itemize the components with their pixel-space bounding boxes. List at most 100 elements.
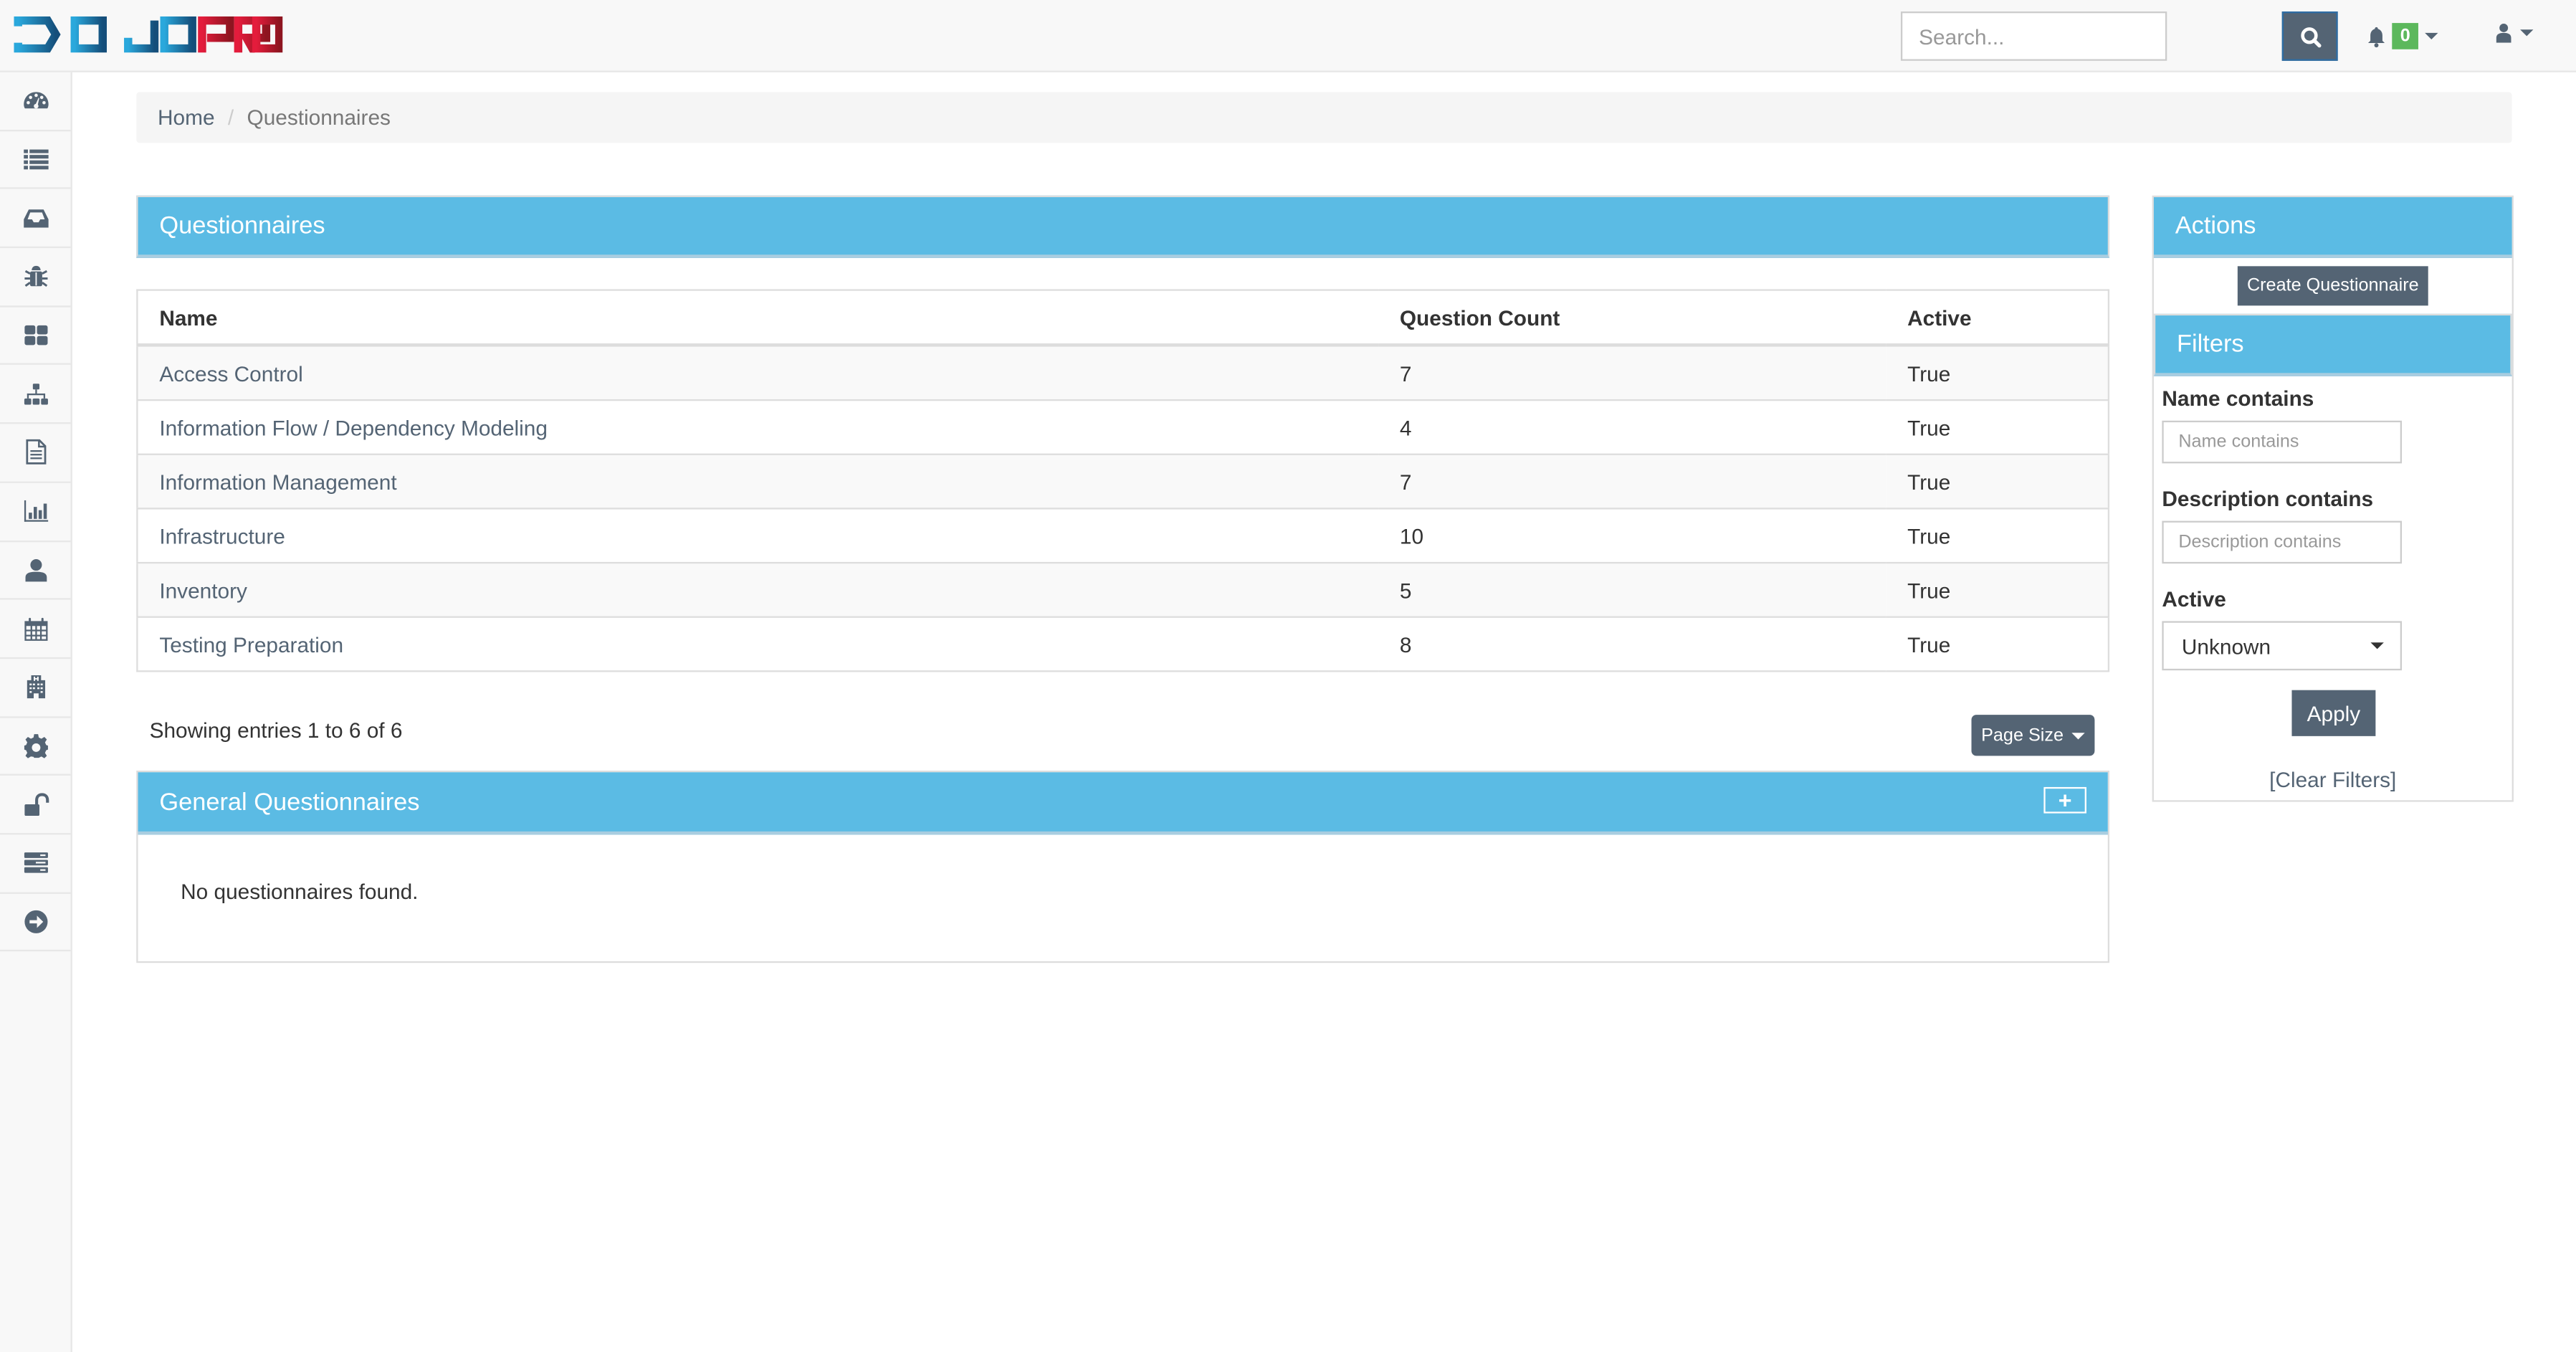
- question-count-cell: 10: [1378, 508, 1886, 563]
- sidebar-item-configuration[interactable]: [0, 718, 71, 776]
- questionnaires-title: Questionnaires: [159, 211, 325, 240]
- active-cell: True: [1886, 508, 2109, 563]
- sidebar-item-calendar[interactable]: [0, 600, 71, 659]
- apply-filters-button[interactable]: Apply: [2291, 690, 2376, 736]
- user-icon: [24, 558, 47, 582]
- search-icon: [2300, 26, 2321, 47]
- description-contains-input[interactable]: [2162, 520, 2403, 564]
- questionnaire-name-link[interactable]: Access Control: [159, 361, 302, 385]
- name-contains-input[interactable]: [2162, 420, 2403, 464]
- gear-icon: [23, 733, 47, 758]
- table-row: Access Control 7 True: [137, 344, 2109, 401]
- active-select[interactable]: Unknown: [2162, 621, 2403, 671]
- questionnaire-name-link[interactable]: Testing Preparation: [159, 632, 343, 656]
- sidebar-item-benchmarks[interactable]: [0, 659, 71, 718]
- bar-chart-icon: [23, 500, 48, 523]
- bell-icon: [2367, 26, 2385, 47]
- page-size-dropdown[interactable]: Page Size: [1971, 715, 2095, 756]
- column-header-active[interactable]: Active: [1886, 290, 2109, 347]
- name-filter-label: Name contains: [2162, 386, 2314, 411]
- pagination-summary: Showing entries 1 to 6 of 6: [149, 718, 403, 743]
- caret-down-icon: [2520, 29, 2534, 37]
- questionnaires-panel-header: Questionnaires: [136, 195, 2110, 258]
- questionnaire-name-link[interactable]: Information Flow / Dependency Modeling: [159, 415, 548, 439]
- actions-title: Actions: [2175, 211, 2256, 240]
- sidebar-item-metrics[interactable]: [0, 482, 71, 542]
- active-cell: True: [1886, 399, 2109, 454]
- notifications-dropdown[interactable]: 0: [2367, 23, 2438, 49]
- active-cell: True: [1886, 561, 2109, 617]
- active-filter-label: Active: [2162, 586, 2226, 611]
- actions-panel-header: Actions: [2153, 197, 2512, 258]
- server-icon: [23, 852, 47, 874]
- questionnaires-table: Name Question Count Active Access Contro…: [136, 289, 2110, 672]
- active-select-value: Unknown: [2181, 633, 2271, 658]
- user-menu-dropdown[interactable]: [2496, 23, 2534, 43]
- general-questionnaires-title: General Questionnaires: [159, 788, 420, 817]
- questionnaire-name-link[interactable]: Infrastructure: [159, 523, 285, 548]
- sidebar-nav: [0, 72, 72, 1352]
- clear-filters-link[interactable]: [Clear Filters]: [2154, 767, 2512, 791]
- question-count-cell: 7: [1378, 453, 1886, 509]
- sidebar-item-findings[interactable]: [0, 248, 71, 308]
- sidebar-item-users[interactable]: [0, 541, 71, 601]
- questionnaire-name-link[interactable]: Inventory: [159, 578, 247, 602]
- dashboard-icon: [23, 92, 48, 110]
- search-input[interactable]: [1900, 11, 2167, 61]
- arrow-circle-right-icon: [24, 910, 47, 933]
- breadcrumb-current: Questionnaires: [247, 105, 391, 130]
- actions-filters-panel: Actions Create Questionnaire Filters Nam…: [2152, 195, 2514, 802]
- notification-count-badge: 0: [2392, 23, 2419, 49]
- create-questionnaire-button[interactable]: Create Questionnaire: [2237, 266, 2428, 306]
- question-count-cell: 7: [1378, 344, 1886, 401]
- sidebar-item-logout[interactable]: [0, 893, 71, 952]
- question-count-cell: 5: [1378, 561, 1886, 617]
- active-cell: True: [1886, 616, 2109, 672]
- dojo-pro-logo[interactable]: [13, 16, 283, 53]
- calendar-icon: [24, 617, 47, 640]
- document-icon: [25, 439, 46, 465]
- question-count-cell: 8: [1378, 616, 1886, 672]
- sidebar-item-reports[interactable]: [0, 424, 71, 483]
- column-header-question-count[interactable]: Question Count: [1378, 290, 1886, 347]
- active-cell: True: [1886, 344, 2109, 401]
- top-navbar: 0: [0, 0, 2576, 72]
- caret-down-icon: [2071, 732, 2085, 739]
- sitemap-icon: [23, 383, 47, 405]
- add-general-questionnaire-button[interactable]: +: [2043, 786, 2086, 814]
- description-filter-label: Description contains: [2162, 486, 2374, 511]
- active-cell: True: [1886, 453, 2109, 509]
- table-row: Testing Preparation 8 True: [137, 616, 2109, 672]
- filters-panel-header: Filters: [2153, 313, 2512, 376]
- general-questionnaires-panel: General Questionnaires + No questionnair…: [136, 770, 2110, 963]
- filters-title: Filters: [2177, 330, 2244, 358]
- unlock-icon: [24, 792, 49, 816]
- table-row: Inventory 5 True: [137, 561, 2109, 617]
- search-button[interactable]: [2281, 11, 2338, 61]
- grid-icon: [24, 325, 47, 346]
- breadcrumb-separator: /: [227, 105, 234, 130]
- table-row: Information Management 7 True: [137, 453, 2109, 509]
- caret-down-icon: [2425, 32, 2438, 40]
- table-header-row: Name Question Count Active: [137, 290, 2109, 347]
- hospital-icon: [26, 675, 44, 699]
- column-header-name[interactable]: Name: [137, 290, 1379, 347]
- sidebar-item-authentication[interactable]: [0, 776, 71, 835]
- sidebar-item-system-settings[interactable]: [0, 834, 71, 894]
- page-size-label: Page Size: [1981, 725, 2064, 746]
- general-questionnaires-header: General Questionnaires +: [138, 772, 2108, 835]
- sidebar-item-products[interactable]: [0, 131, 71, 190]
- questionnaire-name-link[interactable]: Information Management: [159, 469, 396, 493]
- sidebar-item-endpoints[interactable]: [0, 366, 71, 424]
- sidebar-item-dashboard[interactable]: [0, 72, 71, 131]
- list-icon: [23, 149, 48, 170]
- plus-icon: +: [2058, 786, 2072, 814]
- sidebar-item-components[interactable]: [0, 307, 71, 366]
- table-row: Infrastructure 10 True: [137, 508, 2109, 563]
- bug-icon: [24, 266, 47, 287]
- breadcrumb-home-link[interactable]: Home: [158, 105, 215, 130]
- user-icon: [2496, 24, 2511, 43]
- breadcrumb: Home / Questionnaires: [136, 92, 2512, 143]
- sidebar-item-engagements[interactable]: [0, 189, 71, 249]
- inbox-icon: [23, 209, 48, 227]
